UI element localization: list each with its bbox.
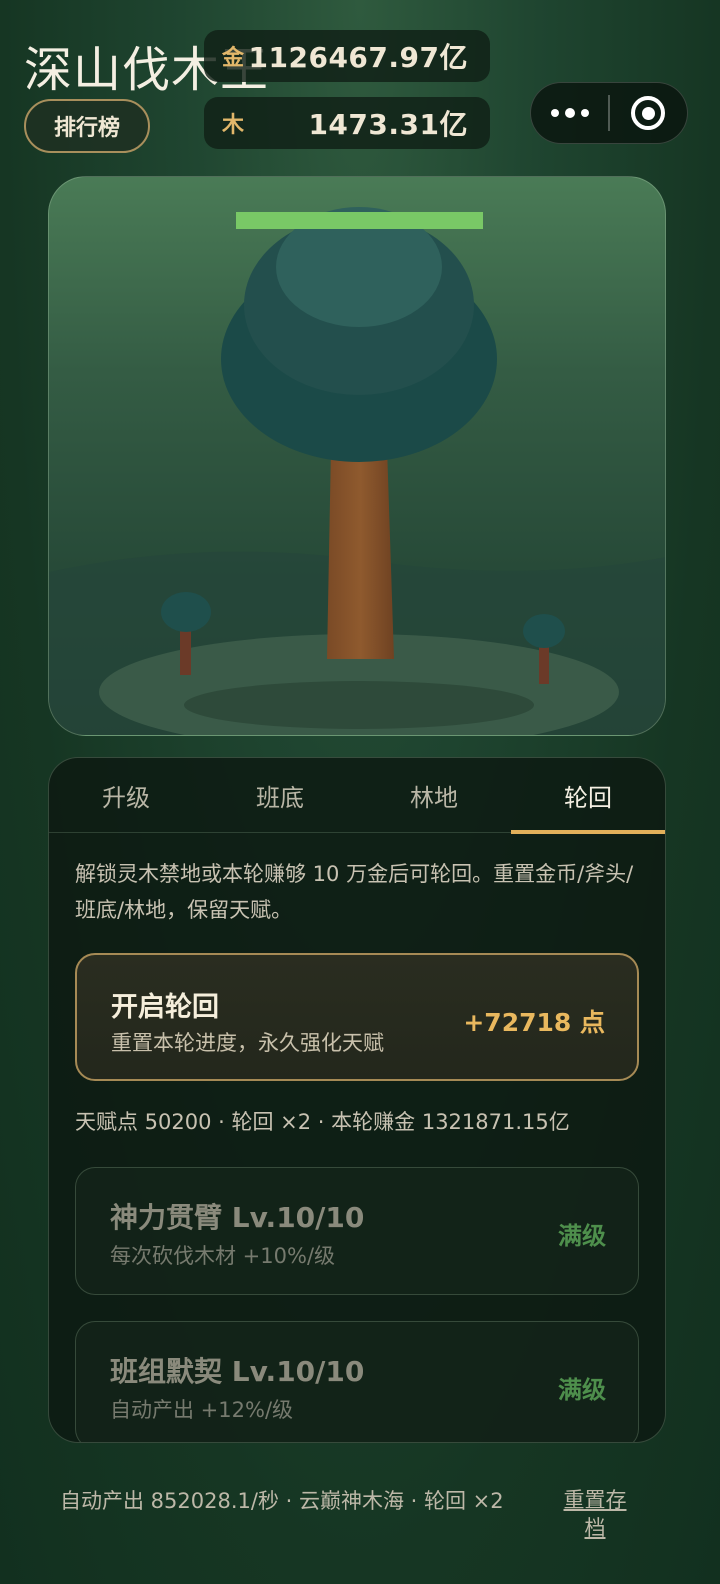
main-tree-trunk [327, 447, 394, 659]
wood-value: 1473.31亿 [308, 108, 468, 141]
gold-value: 1126467.97亿 [248, 41, 468, 74]
status-footer: 自动产出 852028.1/秒 · 云巅神木海 · 轮回 ×2 [60, 1489, 504, 1513]
wood-counter: 木 1473.31亿 [204, 97, 490, 149]
talent-name: 班组默契 Lv.10/10 [110, 1355, 365, 1388]
tree-health-fill [236, 212, 483, 229]
tree-health-bar [236, 212, 483, 229]
action-panel: 升级 班底 林地 轮回 解锁灵木禁地或本轮赚够 10 万金后可轮回。重置金币/斧… [48, 757, 666, 1443]
talent-description: 自动产出 +12%/级 [110, 1398, 294, 1422]
tree-scene[interactable] [48, 176, 666, 736]
small-tree-crown-left [161, 592, 211, 632]
leaderboard-button[interactable]: 排行榜 [24, 99, 150, 153]
tab-upgrade[interactable]: 升级 [49, 758, 203, 832]
rebirth-points: +72718 点 [463, 1008, 605, 1037]
ground-shadow [184, 681, 534, 729]
start-rebirth-button[interactable]: 开启轮回 重置本轮进度，永久强化天赋 +72718 点 [75, 953, 639, 1081]
forest-illustration [49, 207, 665, 735]
talent-max-badge: 满级 [558, 1222, 606, 1250]
close-button[interactable] [610, 83, 687, 143]
gold-counter: 金 1126467.97亿 [204, 30, 490, 82]
talent-card[interactable]: 神力贯臂 Lv.10/10 每次砍伐木材 +10%/级 满级 [75, 1167, 639, 1295]
target-icon [631, 96, 666, 130]
talent-max-badge: 满级 [558, 1376, 606, 1404]
more-button[interactable] [531, 83, 608, 143]
talent-stats: 天赋点 50200 · 轮回 ×2 · 本轮赚金 1321871.15亿 [75, 1110, 570, 1134]
more-dots-icon [550, 108, 589, 118]
tab-crew[interactable]: 班底 [203, 758, 357, 832]
talent-name: 神力贯臂 Lv.10/10 [110, 1201, 365, 1234]
gold-icon: 金 [222, 46, 245, 71]
mini-program-capsule [530, 82, 688, 144]
wood-icon: 木 [222, 113, 245, 138]
rebirth-description: 解锁灵木禁地或本轮赚够 10 万金后可轮回。重置金币/斧头/班底/林地，保留天赋… [75, 862, 634, 922]
talent-description: 每次砍伐木材 +10%/级 [110, 1244, 336, 1268]
tab-rebirth[interactable]: 轮回 [511, 758, 665, 834]
small-tree-crown-right [523, 614, 565, 648]
tab-woodland[interactable]: 林地 [357, 758, 511, 832]
reset-save-link[interactable]: 重置存档 [556, 1486, 634, 1542]
panel-tabs: 升级 班底 林地 轮回 [49, 758, 665, 834]
talent-card[interactable]: 班组默契 Lv.10/10 自动产出 +12%/级 满级 [75, 1321, 639, 1442]
rebirth-subtitle: 重置本轮进度，永久强化天赋 [111, 1031, 384, 1055]
rebirth-title: 开启轮回 [111, 992, 219, 1023]
